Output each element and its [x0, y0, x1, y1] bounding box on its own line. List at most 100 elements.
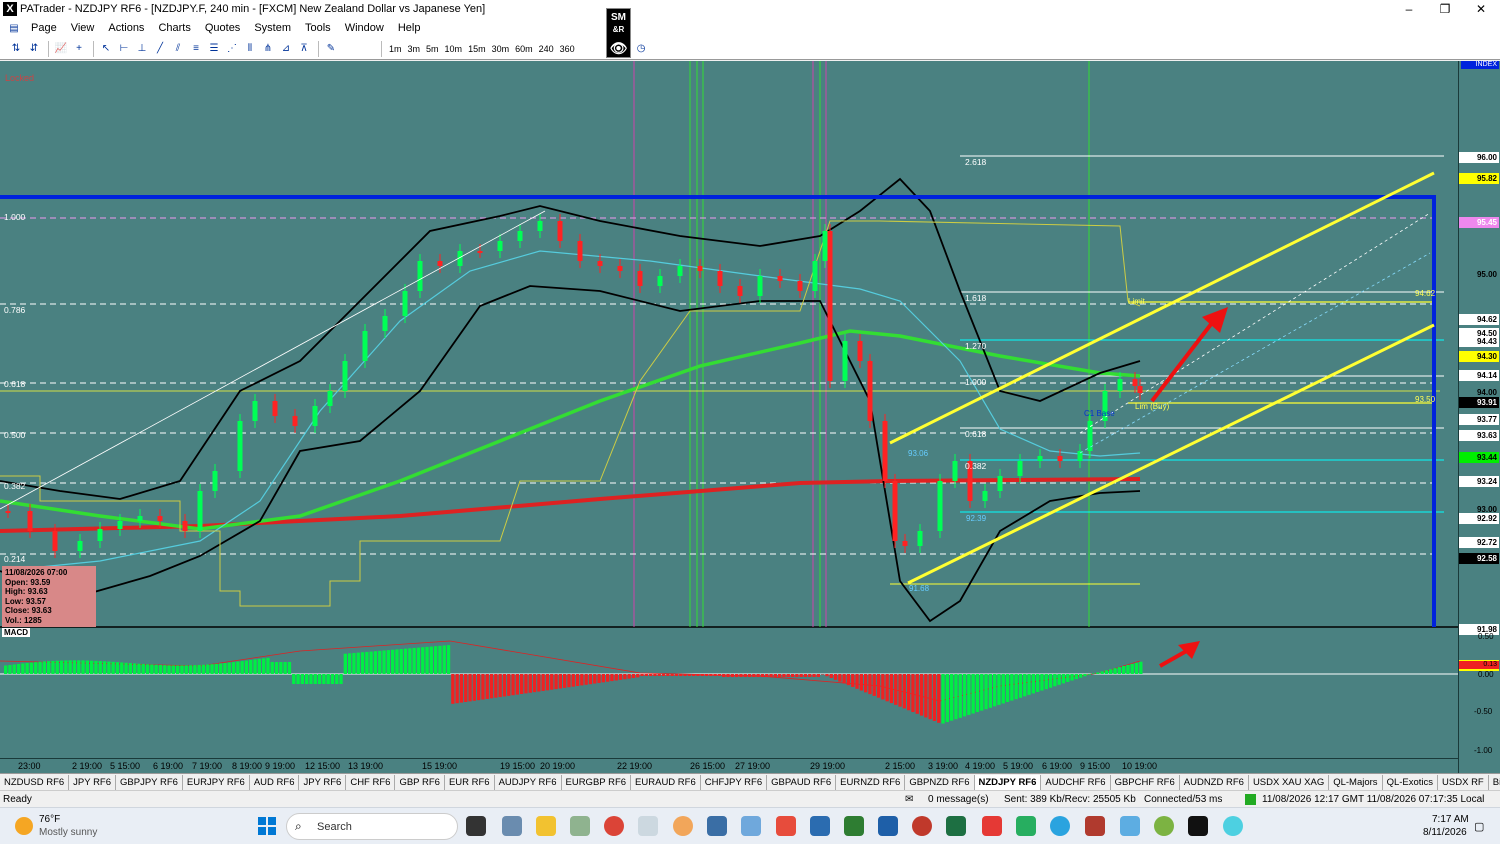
- chart-window[interactable]: Locked 1.000 0.786 0.618 0.500 0.382 0.2…: [0, 61, 1500, 773]
- symbol-tab[interactable]: JPY RF6: [299, 774, 347, 790]
- clock-time[interactable]: 7:17 AM: [1432, 814, 1469, 825]
- menu-quotes[interactable]: Quotes: [198, 22, 247, 34]
- symbol-tab[interactable]: NZDUSD RF6: [0, 774, 70, 790]
- app-icon-12[interactable]: [1154, 816, 1174, 836]
- mail-icon[interactable]: ✉: [905, 794, 913, 805]
- trendline-icon[interactable]: ╱: [152, 41, 168, 57]
- patrader-icon[interactable]: [638, 816, 658, 836]
- app-icon-10[interactable]: [1085, 816, 1105, 836]
- menu-help[interactable]: Help: [391, 22, 428, 34]
- timeframe-10m[interactable]: 10m: [442, 44, 466, 54]
- outlook-icon[interactable]: [878, 816, 898, 836]
- app-icon-2[interactable]: [673, 816, 693, 836]
- symbol-tab[interactable]: EURNZD RF6: [836, 774, 906, 790]
- fib-extension-icon[interactable]: ☰: [206, 41, 222, 57]
- app-icon-9[interactable]: [1016, 816, 1036, 836]
- speed-lines-icon[interactable]: ⊿: [278, 41, 294, 57]
- symbol-tab[interactable]: QL-Exotics: [1383, 774, 1439, 790]
- buy-icon[interactable]: ⇅: [8, 41, 24, 57]
- weather-condition[interactable]: Mostly sunny: [39, 827, 97, 838]
- windows-start-icon[interactable]: [258, 817, 276, 835]
- draw-pen-icon[interactable]: ✎: [323, 41, 339, 57]
- menu-charts[interactable]: Charts: [151, 22, 197, 34]
- macd-histogram-bar: [898, 674, 902, 707]
- app-icon-8[interactable]: [982, 816, 1002, 836]
- clock-date[interactable]: 8/11/2026: [1423, 827, 1467, 838]
- symbol-tab[interactable]: AUDCHF RF6: [1041, 774, 1111, 790]
- menu-page[interactable]: Page: [24, 22, 64, 34]
- timeframe-240[interactable]: 240: [536, 44, 557, 54]
- symbol-tab[interactable]: GBP RF6: [395, 774, 445, 790]
- fib-fan-icon[interactable]: ⊼: [296, 41, 312, 57]
- chrome-icon[interactable]: [604, 816, 624, 836]
- symbol-tab[interactable]: NZDJPY RF6: [974, 774, 1042, 790]
- price-chart[interactable]: [0, 61, 1458, 758]
- notification-icon[interactable]: ▢: [1474, 820, 1484, 833]
- timeframe-5m[interactable]: 5m: [423, 44, 442, 54]
- symbol-tab[interactable]: JPY RF6: [69, 774, 117, 790]
- vertical-line-icon[interactable]: ⊥: [134, 41, 150, 57]
- app-icon-5[interactable]: [810, 816, 830, 836]
- symbol-tab[interactable]: EURAUD RF6: [631, 774, 701, 790]
- notepad-icon[interactable]: [707, 816, 727, 836]
- app-icon-3[interactable]: [741, 816, 761, 836]
- app-icon-7[interactable]: [912, 816, 932, 836]
- weather-sun-icon[interactable]: [15, 817, 33, 835]
- symbol-tab[interactable]: AUDNZD RF6: [1180, 774, 1249, 790]
- timeframe-3m[interactable]: 3m: [405, 44, 424, 54]
- app-icon-6[interactable]: [844, 816, 864, 836]
- symbol-tab[interactable]: AUD RF6: [250, 774, 300, 790]
- symbol-tab[interactable]: USDX RF: [1438, 774, 1489, 790]
- menu-window[interactable]: Window: [338, 22, 391, 34]
- menu-system[interactable]: System: [247, 22, 298, 34]
- symbol-tab[interactable]: EURGBP RF6: [562, 774, 632, 790]
- file-explorer-icon[interactable]: [536, 816, 556, 836]
- calculator-icon[interactable]: [502, 816, 522, 836]
- symbol-tab[interactable]: GBPNZD RF6: [905, 774, 975, 790]
- symbol-tab[interactable]: GBPCHF RF6: [1111, 774, 1180, 790]
- symbol-tab[interactable]: AUDJPY RF6: [495, 774, 562, 790]
- symbol-tab[interactable]: CHF RF6: [346, 774, 396, 790]
- timeframe-1m[interactable]: 1m: [386, 44, 405, 54]
- symbol-tab[interactable]: GBPJPY RF6: [116, 774, 183, 790]
- fib-time-icon[interactable]: ⦀: [242, 41, 258, 57]
- status-messages[interactable]: 0 message(s): [928, 794, 989, 805]
- timeframe-15m[interactable]: 15m: [465, 44, 489, 54]
- timeframe-60m[interactable]: 60m: [512, 44, 536, 54]
- andrews-pitchfork-icon[interactable]: ⋔: [260, 41, 276, 57]
- gann-fan-icon[interactable]: ⋰: [224, 41, 240, 57]
- timeframe-360[interactable]: 360: [557, 44, 578, 54]
- symbol-tab[interactable]: CHFJPY RF6: [701, 774, 768, 790]
- excel-icon[interactable]: [946, 816, 966, 836]
- app-icon-13[interactable]: [1223, 816, 1243, 836]
- symbol-tab[interactable]: QL-Majors: [1329, 774, 1383, 790]
- sell-icon[interactable]: ⇵: [26, 41, 42, 57]
- symbol-tab[interactable]: GBPAUD RF6: [767, 774, 837, 790]
- app-icon-1[interactable]: [570, 816, 590, 836]
- symbol-tab[interactable]: EUR RF6: [445, 774, 495, 790]
- pointer-icon[interactable]: ↖: [98, 41, 114, 57]
- menu-view[interactable]: View: [64, 22, 102, 34]
- close-button[interactable]: ✕: [1463, 0, 1499, 18]
- chart-type-icon[interactable]: 📈: [53, 41, 69, 57]
- task-view-icon[interactable]: [466, 816, 486, 836]
- symbol-tab[interactable]: EURJPY RF6: [183, 774, 250, 790]
- menu-actions[interactable]: Actions: [101, 22, 151, 34]
- clock-icon[interactable]: ◷: [633, 41, 649, 57]
- channel-icon[interactable]: ⫽: [170, 41, 186, 57]
- crosshair-icon[interactable]: +: [71, 41, 87, 57]
- symbol-tab[interactable]: USDX XAU XAG: [1249, 774, 1330, 790]
- symbol-tab[interactable]: Bitcoin: [1489, 775, 1500, 790]
- app-icon-4[interactable]: [776, 816, 796, 836]
- menu-tools[interactable]: Tools: [298, 22, 338, 34]
- telegram-icon[interactable]: [1050, 816, 1070, 836]
- timeframe-30m[interactable]: 30m: [489, 44, 513, 54]
- fib-retracement-icon[interactable]: ≡: [188, 41, 204, 57]
- weather-temp[interactable]: 76°F: [39, 814, 60, 825]
- horizontal-line-icon[interactable]: ⊢: [116, 41, 132, 57]
- app-icon-11[interactable]: [1120, 816, 1140, 836]
- sm-app-icon[interactable]: [1188, 816, 1208, 836]
- minimize-button[interactable]: –: [1391, 0, 1427, 18]
- taskbar-search-input[interactable]: ⌕ Search: [286, 813, 458, 840]
- maximize-button[interactable]: ❐: [1427, 0, 1463, 18]
